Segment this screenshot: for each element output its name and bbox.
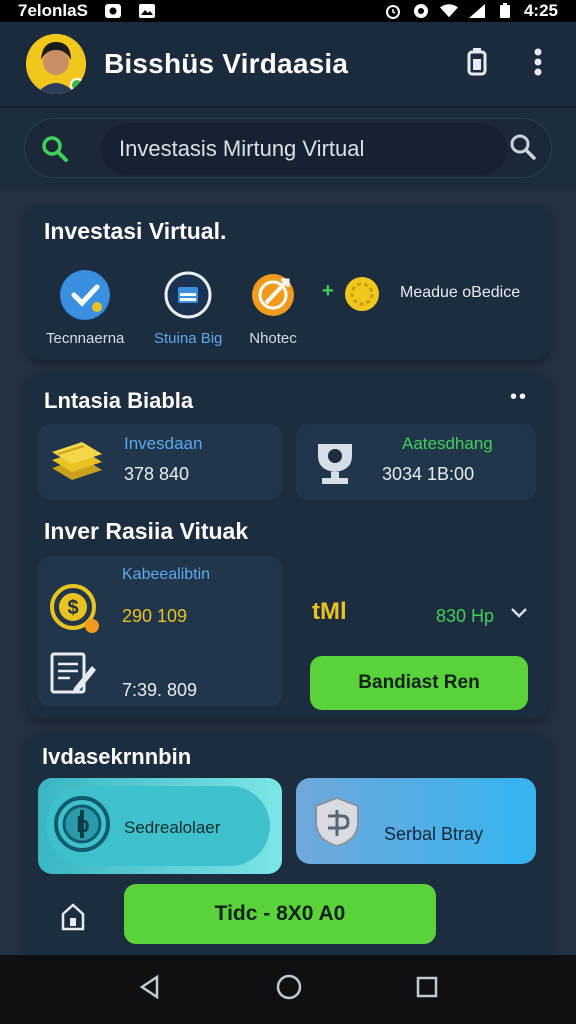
- online-indicator: [70, 78, 84, 92]
- avatar[interactable]: [26, 34, 86, 94]
- document-edit-icon: [48, 648, 98, 703]
- sync-icon: [412, 3, 430, 19]
- finance-card[interactable]: Kabeealibtin $ 290 109 7:39. 809: [38, 556, 282, 706]
- coin-text: Meadue oBedice: [400, 284, 521, 301]
- chevron-down-icon[interactable]: [510, 606, 528, 625]
- system-nav-bar: [0, 955, 576, 1024]
- target-icon: [248, 270, 298, 320]
- invesdaan-value: 378 840: [124, 464, 190, 484]
- search-submit-icon[interactable]: [509, 133, 537, 166]
- tidc-button[interactable]: Tidc - 8X0 A0: [124, 884, 436, 944]
- investasi-item-3-label: Nhotec: [249, 330, 297, 347]
- camera-notification-icon: [104, 3, 122, 19]
- home-lock-icon[interactable]: [60, 902, 86, 937]
- bandiast-button[interactable]: Bandiast Ren: [310, 656, 528, 710]
- aatesdhang-label: Aatesdhang: [402, 434, 493, 453]
- investasi-item-1-label: Tecnnaerna: [46, 330, 125, 347]
- bottom-card: lvdasekrnnbin b Sedrealolaer Serbal Btra…: [26, 732, 550, 955]
- amount-label: 830 Hp: [436, 606, 495, 626]
- finance-value: 290 109: [122, 606, 188, 626]
- carrier-label: 7elonlaS: [18, 1, 88, 20]
- svg-text:$: $: [67, 597, 78, 619]
- stack-money-icon: [48, 434, 106, 495]
- clock-label: 4:25: [523, 1, 558, 20]
- shield-badge-icon: [310, 794, 364, 855]
- sedrealolaer-label: Sedrealolaer: [124, 818, 221, 837]
- app-title: Bisshüs Virdaasia: [104, 48, 349, 79]
- investasi-item-2-label: Stuina Big: [154, 330, 223, 347]
- search-icon[interactable]: [41, 135, 69, 168]
- finance-value-2: 7:39. 809: [122, 680, 198, 700]
- back-icon[interactable]: [137, 974, 163, 1005]
- check-badge-icon: [60, 270, 111, 320]
- status-bar: 7elonlaS 4:25: [0, 0, 576, 22]
- wifi-icon: [439, 3, 458, 19]
- aatesdhang-card[interactable]: Aatesdhang 3034 1B:00: [296, 424, 536, 500]
- bottom-title: lvdasekrnnbin: [42, 744, 192, 769]
- bank-icon: [163, 270, 213, 320]
- b-coin-icon: b: [52, 794, 112, 859]
- alarm-icon: [384, 3, 402, 19]
- invesdaan-card[interactable]: Invesdaan 378 840: [38, 424, 282, 500]
- more-vert-icon[interactable]: [534, 47, 542, 82]
- lntasia-title: Lntasia Biabla: [44, 388, 194, 413]
- sedrealolaer-tile[interactable]: b Sedrealolaer: [38, 778, 282, 874]
- investasi-title: Investasi Virtual.: [44, 218, 227, 244]
- more-dots-icon[interactable]: ••: [510, 386, 528, 409]
- coin-icon[interactable]: [344, 276, 380, 317]
- serbal-tile[interactable]: Serbal Btray: [296, 778, 536, 864]
- lntasia-card: Lntasia Biabla •• Invesdaan 378 840 Aate…: [26, 372, 550, 718]
- investasi-item-3[interactable]: Nhotec: [248, 270, 298, 347]
- trophy-icon: [312, 436, 358, 491]
- investasi-item-1[interactable]: Tecnnaerna: [46, 270, 124, 347]
- home-icon[interactable]: [276, 974, 302, 1005]
- invesdaan-label: Invesdaan: [124, 434, 203, 453]
- battery-status-icon: [496, 3, 514, 19]
- tm-label: tMl: [312, 598, 347, 625]
- search-bar[interactable]: [24, 118, 552, 178]
- investasi-item-2[interactable]: Stuina Big: [154, 270, 222, 347]
- signal-icon: [468, 3, 486, 19]
- app-bar: Bisshüs Virdaasia: [0, 22, 576, 108]
- inver-section-title: Inver Rasiia Vituak: [44, 518, 249, 544]
- image-notification-icon: [138, 3, 156, 19]
- recents-icon[interactable]: [415, 975, 439, 1004]
- finance-label: Kabeealibtin: [122, 566, 211, 583]
- aatesdhang-value: 3034 1B:00: [382, 464, 475, 484]
- investasi-card: Investasi Virtual. Tecnnaerna Stuina Big…: [26, 204, 550, 360]
- plus-sign: +: [322, 280, 334, 302]
- search-section: [0, 108, 576, 190]
- battery-icon[interactable]: [466, 47, 488, 82]
- dollar-coin-icon: $: [48, 582, 102, 641]
- svg-text:b: b: [76, 812, 89, 837]
- serbal-label: Serbal Btray: [384, 824, 484, 844]
- search-input[interactable]: [101, 123, 507, 175]
